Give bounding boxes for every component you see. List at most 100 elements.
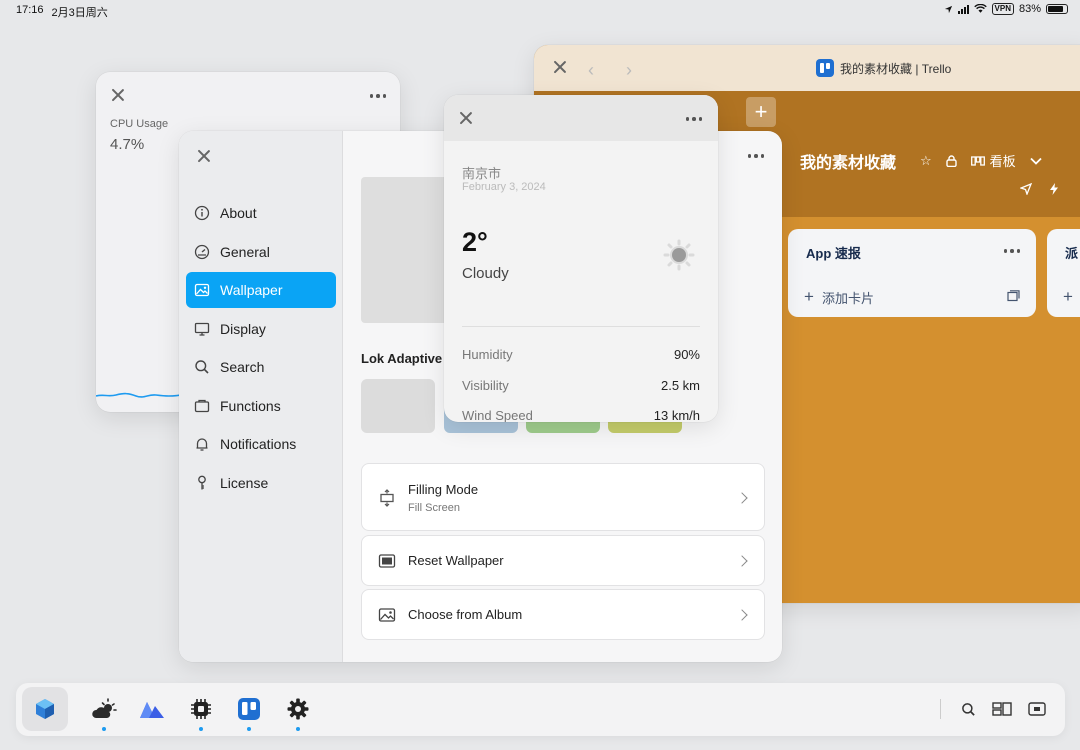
lightning-icon[interactable]: [1050, 183, 1058, 195]
weather-date: February 3, 2024: [462, 181, 546, 193]
info-icon: [194, 205, 210, 221]
option-title: Choose from Album: [408, 607, 523, 622]
bell-icon: [196, 438, 208, 451]
folder-icon: [194, 399, 210, 413]
detail-value: 90%: [673, 347, 700, 362]
trello-window-title: 我的素材收藏 | Trello: [840, 61, 952, 76]
chevron-right-icon: [736, 492, 748, 504]
section-title: Lok Adaptive: [361, 351, 443, 366]
sidebar-item-label: Search: [220, 359, 265, 375]
key-icon: [198, 475, 206, 490]
trello-list[interactable]: App 速报 + 添加卡片: [788, 229, 1036, 317]
add-card-button[interactable]: + 添加卡片: [804, 287, 874, 307]
cellular-signal-icon: [957, 4, 969, 14]
sidebar-item-functions[interactable]: Functions: [186, 388, 336, 424]
more-icon[interactable]: [685, 117, 702, 121]
chevron-down-icon[interactable]: [1030, 157, 1042, 165]
weather-window[interactable]: 南京市 February 3, 2024 2° Cloudy Humidity …: [444, 95, 718, 422]
cloudy-icon: [663, 239, 695, 271]
running-indicator: [247, 727, 251, 731]
dock: [16, 683, 1065, 736]
back-arrow-icon[interactable]: ‹: [588, 60, 594, 81]
forward-arrow-icon[interactable]: ›: [626, 60, 632, 81]
detail-value: 13 km/h: [653, 408, 700, 422]
close-icon[interactable]: [195, 147, 213, 165]
status-date: 2月3日周六: [51, 7, 108, 19]
sidebar-item-about[interactable]: About: [186, 195, 336, 231]
sidebar-item-label: General: [220, 244, 270, 260]
status-time: 17:16: [16, 4, 44, 16]
weather-detail-row: Humidity 90%: [462, 347, 700, 362]
cpu-usage-value: 4.7%: [110, 136, 145, 153]
board-view-label[interactable]: 看板: [990, 151, 1016, 170]
sidebar-item-label: Display: [220, 321, 266, 337]
list-title[interactable]: 派: [1065, 243, 1078, 262]
weather-divider: [462, 326, 700, 327]
board-title[interactable]: 我的素材收藏: [800, 149, 896, 173]
cpu-app-icon[interactable]: [186, 694, 216, 724]
sidebar-item-label: Notifications: [220, 436, 297, 452]
list-title[interactable]: App 速报: [806, 243, 861, 262]
window-layout-icon[interactable]: [987, 694, 1017, 724]
trello-list[interactable]: 派 +: [1047, 229, 1080, 317]
plus-icon: +: [1063, 287, 1073, 306]
trello-titlebar: ‹ › 我的素材收藏 | Trello: [534, 45, 1080, 91]
filling-mode-option[interactable]: Filling Mode Fill Screen: [361, 463, 765, 531]
more-icon[interactable]: [369, 94, 386, 98]
weather-titlebar: [444, 95, 718, 141]
sidebar-item-search[interactable]: Search: [186, 349, 336, 385]
gauge-icon: [194, 244, 210, 260]
running-indicator: [199, 727, 203, 731]
sidebar-item-label: Functions: [220, 398, 281, 414]
running-indicator: [102, 727, 106, 731]
card-template-icon[interactable]: [1007, 290, 1020, 302]
status-bar: 17:16 2月3日周六 VPN 83%: [0, 0, 1080, 22]
cpu-usage-label: CPU Usage: [110, 118, 169, 130]
sidebar-item-general[interactable]: General: [186, 234, 336, 270]
wallpaper-swatch[interactable]: [361, 379, 435, 433]
cpu-usage-graph: [96, 392, 186, 398]
vpn-badge: VPN: [991, 3, 1014, 15]
sidebar-item-display[interactable]: Display: [186, 311, 336, 347]
more-icon[interactable]: [1003, 249, 1020, 253]
lok-app-icon[interactable]: [30, 694, 60, 724]
close-icon[interactable]: [551, 58, 569, 76]
settings-app-icon[interactable]: [283, 694, 313, 724]
weather-detail-row: Wind Speed 13 km/h: [462, 408, 700, 422]
trello-logo-icon: [816, 59, 834, 77]
star-icon[interactable]: ☆: [920, 153, 932, 169]
add-button[interactable]: +: [746, 97, 776, 127]
add-card-button[interactable]: +: [1063, 287, 1073, 307]
atlas-app-icon[interactable]: [137, 694, 167, 724]
sidebar-item-license[interactable]: License: [186, 465, 336, 501]
sidebar-item-notifications[interactable]: Notifications: [186, 426, 336, 462]
search-icon: [195, 360, 209, 374]
board-view-icon[interactable]: [970, 155, 985, 166]
option-title: Filling Mode: [408, 482, 479, 497]
plus-icon: +: [804, 287, 814, 306]
chevron-right-icon: [736, 609, 748, 621]
chevron-right-icon: [736, 555, 748, 567]
sidebar-item-wallpaper[interactable]: Wallpaper: [186, 272, 336, 308]
detail-label: Visibility: [462, 378, 509, 393]
choose-from-album-option[interactable]: Choose from Album: [361, 589, 765, 640]
more-icon[interactable]: [747, 154, 764, 158]
send-icon[interactable]: [1020, 183, 1032, 195]
trello-app-icon[interactable]: [234, 694, 264, 724]
weather-condition: Cloudy: [462, 265, 509, 282]
weather-app-icon[interactable]: [89, 694, 119, 724]
sidebar-item-label: Wallpaper: [220, 282, 283, 298]
battery-percent: 83%: [1018, 3, 1041, 15]
dock-separator: [940, 699, 941, 719]
reset-wallpaper-option[interactable]: Reset Wallpaper: [361, 535, 765, 586]
close-icon[interactable]: [457, 109, 475, 127]
close-icon[interactable]: [109, 86, 127, 104]
weather-temperature: 2°: [462, 227, 488, 257]
search-icon[interactable]: [953, 694, 983, 724]
lock-icon[interactable]: [945, 154, 957, 167]
screenshot-icon[interactable]: [1022, 694, 1052, 724]
image-icon: [194, 283, 210, 297]
weather-detail-row: Visibility 2.5 km: [462, 378, 700, 393]
sidebar-item-label: About: [220, 205, 257, 221]
option-subtitle: Fill Screen: [408, 502, 460, 514]
